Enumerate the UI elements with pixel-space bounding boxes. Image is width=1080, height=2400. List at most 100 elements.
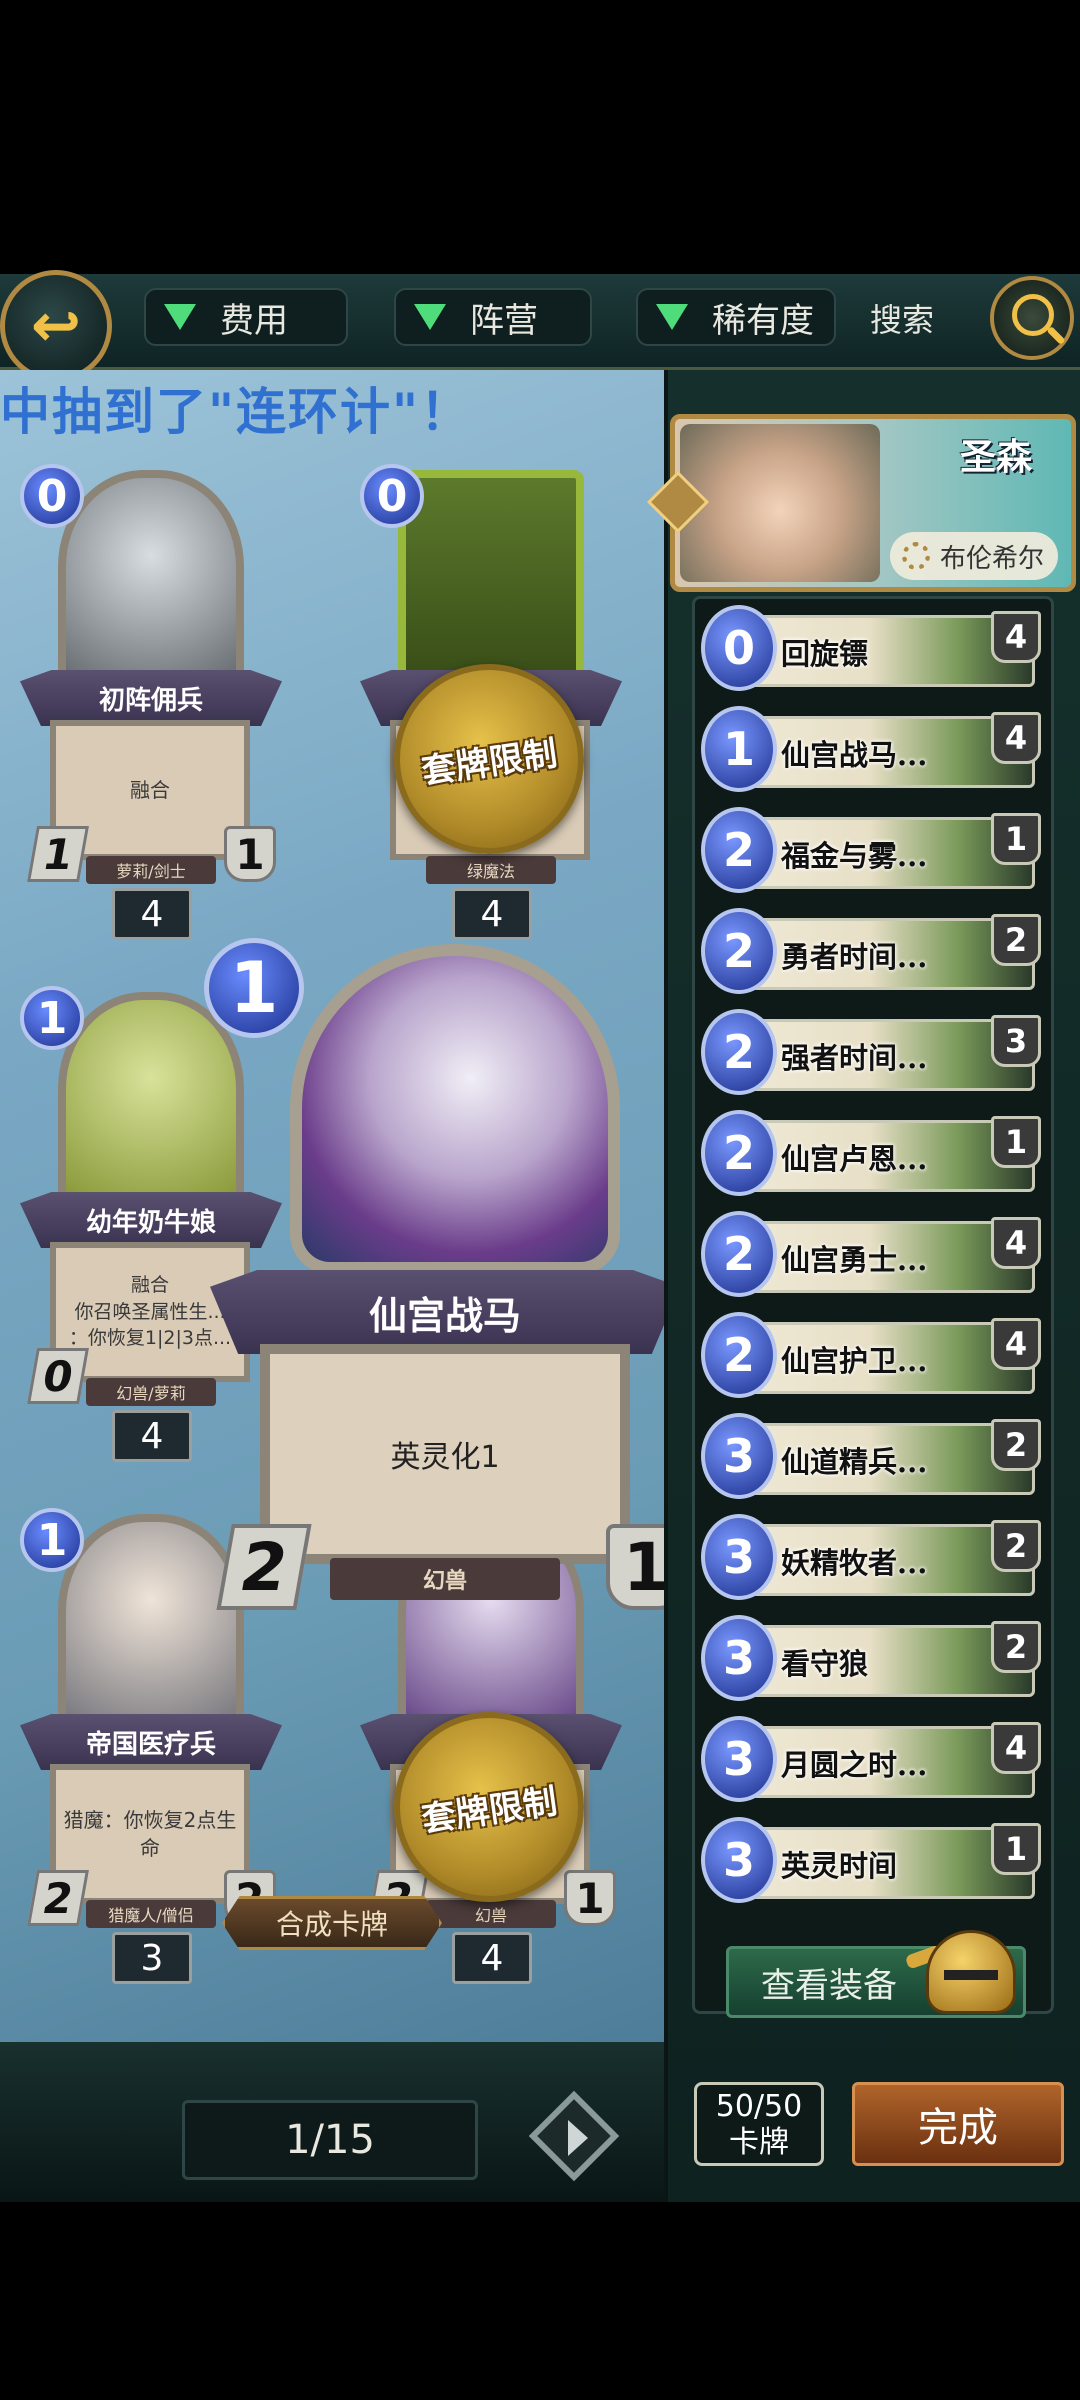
deck-item-name: 福金与雾...	[781, 839, 928, 873]
attack-value: 2	[27, 1870, 89, 1926]
card-name: 帝国医疗兵	[20, 1714, 282, 1770]
deck-item[interactable]: 仙宫护卫... 2 4	[701, 1312, 1041, 1398]
deck-item-name: 仙宫护卫...	[781, 1344, 928, 1378]
deck-item[interactable]: 强者时间... 2 3	[701, 1009, 1041, 1095]
deck-item[interactable]: 月圆之时... 3 4	[701, 1716, 1041, 1802]
cost-gem-icon: 2	[701, 1110, 777, 1196]
deck-item-qty: 4	[991, 1722, 1041, 1774]
card-tribe: 幻兽	[426, 1900, 556, 1928]
card-art	[398, 470, 584, 680]
done-button[interactable]: 完成	[852, 2082, 1064, 2166]
deck-item[interactable]: 妖精牧者... 3 2	[701, 1514, 1041, 1600]
arrow-right-icon	[568, 2120, 588, 2156]
card-name: 初阵佣兵	[20, 670, 282, 726]
cost-gem-icon: 3	[701, 1716, 777, 1802]
deck-count-label: 卡牌	[729, 2125, 789, 2160]
card-count: 4	[452, 888, 532, 940]
deck-item-name: 仙宫勇士...	[781, 1243, 928, 1277]
deck-item-name: 看守狼	[781, 1647, 869, 1681]
deck-item-qty: 1	[991, 1116, 1041, 1168]
deck-item-name: 仙宫卢恩...	[781, 1142, 928, 1176]
deck-item-name: 仙宫战马...	[781, 738, 928, 772]
gear-icon	[902, 542, 930, 570]
dropdown-triangle-icon	[164, 304, 196, 330]
deck-item[interactable]: 仙宫卢恩... 2 1	[701, 1110, 1041, 1196]
card-count: 4	[112, 888, 192, 940]
deck-item[interactable]: 看守狼 3 2	[701, 1615, 1041, 1701]
leader-subtitle: 布伦希尔	[890, 532, 1059, 580]
health-value: 1	[224, 826, 276, 882]
deck-item[interactable]: 英灵时间 3 1	[701, 1817, 1041, 1903]
deck-item-qty: 4	[991, 1217, 1041, 1269]
screen: { "topbar": { "filters": ["费用", "阵营", "稀…	[0, 0, 1080, 2400]
cost-gem-icon: 2	[701, 807, 777, 893]
card-count: 4	[452, 1932, 532, 1984]
filter-rarity-label: 稀有度	[712, 300, 814, 341]
leader-portrait	[680, 424, 880, 582]
cost-gem-icon: 2	[701, 1211, 777, 1297]
back-arrow-icon: ↩	[30, 291, 82, 361]
attack-value: 1	[27, 826, 89, 882]
health-value: 1	[564, 1870, 616, 1926]
card-tribe: 幻兽	[330, 1558, 560, 1600]
attack-value: 0	[27, 1348, 89, 1404]
deck-item-qty: 2	[991, 1621, 1041, 1673]
cost-gem-icon: 2	[701, 1312, 777, 1398]
cost-gem-icon: 2	[701, 908, 777, 994]
card-preview[interactable]: 仙宫战马 英灵化1 幻兽 1 2 1	[190, 938, 690, 1644]
attack-value: 2	[216, 1524, 312, 1610]
filter-faction[interactable]: 阵营	[394, 288, 592, 346]
helmet-icon	[904, 1920, 1036, 2038]
back-button[interactable]: ↩	[0, 270, 112, 382]
cost-gem-icon: 3	[701, 1413, 777, 1499]
card-tribe: 绿魔法	[426, 856, 556, 884]
deck-item-qty: 4	[991, 1318, 1041, 1370]
card-art	[58, 470, 244, 680]
deck-list[interactable]: 回旋镖 0 4 仙宫战马... 1 4 福金与雾... 2 1 勇者时间... …	[692, 596, 1054, 2014]
card-text: 英灵化1	[260, 1344, 630, 1564]
deck-item-name: 英灵时间	[781, 1849, 898, 1883]
card-tribe: 猎魔人/僧侣	[86, 1900, 216, 1928]
deck-item-qty: 4	[991, 712, 1041, 764]
leader-name: 圣森	[960, 436, 1033, 478]
cost-gem-icon: 3	[701, 1615, 777, 1701]
deck-item-name: 勇者时间...	[781, 940, 928, 974]
deck-count: 50/50 卡牌	[694, 2082, 824, 2166]
deck-item-qty: 3	[991, 1015, 1041, 1067]
deck-item-name: 月圆之时...	[781, 1748, 928, 1782]
synthesize-card-button[interactable]: 合成卡牌	[222, 1896, 442, 1950]
deck-item[interactable]: 仙宫勇士... 2 4	[701, 1211, 1041, 1297]
deck-count-value: 50/50	[715, 2089, 803, 2124]
deck-item-name: 回旋镖	[781, 637, 869, 671]
deck-item-qty: 2	[991, 1520, 1041, 1572]
cost-gem-icon: 1	[204, 938, 304, 1038]
filter-cost-label: 费用	[220, 300, 288, 341]
card-tribe: 萝莉/剑士	[86, 856, 216, 884]
cost-gem-icon: 0	[20, 464, 84, 528]
deck-item-qty: 2	[991, 914, 1041, 966]
deck-item-qty: 1	[991, 1823, 1041, 1875]
deck-item[interactable]: 回旋镖 0 4	[701, 605, 1041, 691]
next-page-button[interactable]	[528, 2090, 620, 2186]
cost-gem-icon: 2	[701, 1009, 777, 1095]
deck-item[interactable]: 仙宫战马... 1 4	[701, 706, 1041, 792]
deck-item-qty: 2	[991, 1419, 1041, 1471]
filter-rarity[interactable]: 稀有度	[636, 288, 836, 346]
deck-item-name: 强者时间...	[781, 1041, 928, 1075]
deck-item[interactable]: 勇者时间... 2 2	[701, 908, 1041, 994]
card-count: 4	[112, 1410, 192, 1462]
search-label[interactable]: 搜索	[870, 295, 934, 341]
deck-item[interactable]: 仙道精兵... 3 2	[701, 1413, 1041, 1499]
deck-item-qty: 1	[991, 813, 1041, 865]
filter-cost[interactable]: 费用	[144, 288, 348, 346]
deck-limit-seal: 套牌限制	[394, 1712, 584, 1902]
collection-card[interactable]: 初阵佣兵 融合 萝莉/剑士 0 1 1 4	[20, 464, 282, 950]
cost-gem-icon: 1	[20, 986, 84, 1050]
search-button[interactable]	[990, 276, 1074, 360]
cost-gem-icon: 0	[701, 605, 777, 691]
dropdown-triangle-icon	[656, 304, 688, 330]
deck-item-name: 仙道精兵...	[781, 1445, 928, 1479]
deck-item[interactable]: 福金与雾... 2 1	[701, 807, 1041, 893]
dropdown-triangle-icon	[414, 304, 446, 330]
card-art	[290, 944, 620, 1274]
